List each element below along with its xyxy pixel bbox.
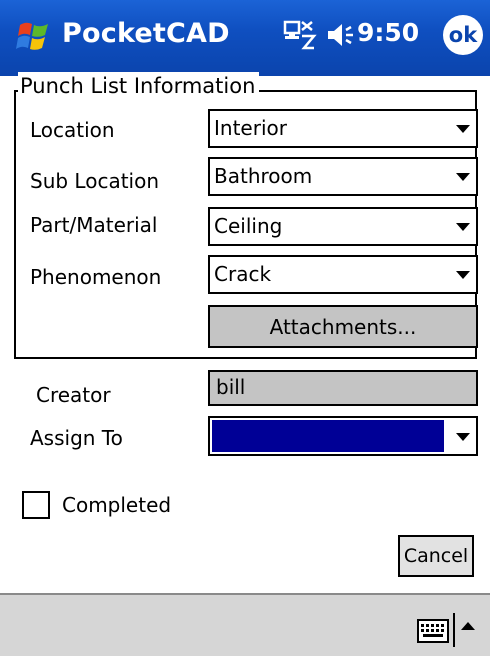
assign-to-selection [212,420,444,452]
part-material-dropdown[interactable]: Ceiling [208,207,478,246]
assign-to-label: Assign To [30,426,123,450]
sub-location-dropdown[interactable]: Bathroom [208,157,478,196]
chevron-down-icon[interactable] [456,271,470,279]
cancel-button[interactable]: Cancel [398,535,474,577]
creator-field: bill [208,370,478,406]
connectivity-icon[interactable] [282,17,318,53]
phenomenon-label: Phenomenon [30,265,162,289]
sip-arrow-icon[interactable] [461,622,475,630]
chevron-down-icon[interactable] [456,125,470,133]
speaker-icon[interactable] [325,20,355,50]
assign-to-dropdown[interactable] [208,416,478,456]
part-material-label: Part/Material [30,213,158,237]
phenomenon-dropdown[interactable]: Crack [208,255,478,294]
creator-value: bill [216,375,246,399]
keyboard-icon[interactable] [417,619,449,643]
app-title: PocketCAD [62,18,230,49]
ok-button[interactable]: ok [443,15,483,55]
chevron-down-icon[interactable] [456,173,470,181]
menu-bar [0,593,490,656]
title-bar: PocketCAD 9:50 ok [0,0,490,76]
attachments-button[interactable]: Attachments... [208,305,478,348]
chevron-down-icon[interactable] [456,433,470,441]
creator-label: Creator [36,383,111,407]
phenomenon-value: Crack [214,262,272,286]
windows-start-icon[interactable] [14,16,54,56]
chevron-down-icon[interactable] [456,223,470,231]
completed-label[interactable]: Completed [62,492,171,518]
completed-checkbox[interactable] [22,491,50,519]
part-material-value: Ceiling [214,214,283,238]
sub-location-label: Sub Location [30,169,160,193]
location-dropdown[interactable]: Interior [208,109,478,148]
location-label: Location [30,118,115,142]
sub-location-value: Bathroom [214,164,313,188]
clock[interactable]: 9:50 [357,18,419,47]
sip-divider [453,613,455,647]
location-value: Interior [214,116,287,140]
group-title: Punch List Information [18,72,260,100]
